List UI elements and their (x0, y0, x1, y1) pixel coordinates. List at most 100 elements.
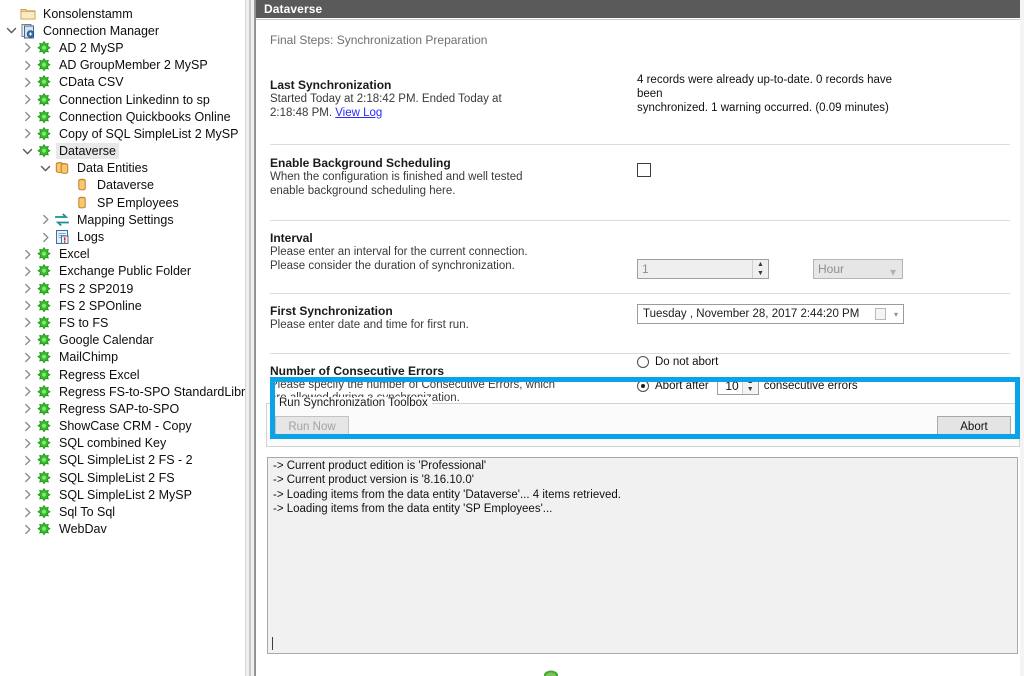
abort-count-stepper[interactable]: 10 ▲ ▼ (717, 377, 759, 395)
plug-icon (35, 92, 53, 108)
tree-item-cdata-csv[interactable]: CData CSV (0, 74, 245, 91)
tree-item-regress-sap-to-spo[interactable]: Regress SAP-to-SPO (0, 400, 245, 417)
run-now-button[interactable]: Run Now (275, 416, 349, 438)
calendar-icon[interactable] (875, 308, 886, 320)
chevron-right-icon[interactable] (20, 521, 35, 537)
first-sync-datetime-picker[interactable]: Tuesday , November 28, 2017 2:44:20 PM ▾ (637, 304, 904, 324)
interval-value-stepper[interactable]: 1 ▲ ▼ (637, 259, 769, 279)
tree-item-sql-to-sql[interactable]: Sql To Sql (0, 503, 245, 520)
chevron-right-icon[interactable] (20, 401, 35, 417)
abort-count-stepper-up-icon[interactable]: ▲ (743, 378, 758, 386)
chevron-right-icon[interactable] (20, 298, 35, 314)
chevron-right-icon[interactable] (20, 74, 35, 90)
tree-item-label: WebDav (56, 521, 110, 537)
tree-item-regress-fs-to-spo-standardlibrary[interactable]: Regress FS-to-SPO StandardLibrary (0, 383, 245, 400)
tree-item-label: Konsolenstamm (40, 6, 136, 22)
chevron-right-icon[interactable] (20, 504, 35, 520)
synchronization-log-output[interactable]: -> Current product edition is 'Professio… (267, 457, 1018, 654)
chevron-right-icon[interactable] (20, 281, 35, 297)
tree-item-google-calendar[interactable]: Google Calendar (0, 332, 245, 349)
abort-button[interactable]: Abort (937, 416, 1011, 438)
first-sync-title: First Synchronization (270, 304, 630, 318)
tree-item-regress-excel[interactable]: Regress Excel (0, 366, 245, 383)
interval-stepper-buttons[interactable]: ▲ ▼ (752, 260, 768, 278)
plug-icon (35, 418, 53, 434)
entity-icon (73, 177, 91, 193)
tree-item-excel[interactable]: Excel (0, 246, 245, 263)
chevron-right-icon[interactable] (20, 332, 35, 348)
last-sync-detail: Started Today at 2:18:42 PM. Ended Today… (270, 93, 630, 120)
tree-item-mapping-settings[interactable]: Mapping Settings (0, 211, 245, 228)
connection-tree-sidebar[interactable]: KonsolenstammConnection ManagerAD 2 MySP… (0, 0, 245, 676)
tree-item-dataverse[interactable]: Dataverse (0, 177, 245, 194)
interval-stepper-down-icon[interactable]: ▼ (753, 269, 768, 278)
tree-item-connection-linkedinn-to-sp[interactable]: Connection Linkedinn to sp (0, 91, 245, 108)
chevron-right-icon[interactable] (20, 452, 35, 468)
do-not-abort-radio[interactable] (637, 356, 649, 368)
tree-item-showcase-crm-copy[interactable]: ShowCase CRM - Copy (0, 418, 245, 435)
interval-stepper-up-icon[interactable]: ▲ (753, 260, 768, 269)
chevron-down-icon[interactable] (4, 23, 19, 39)
chevron-right-icon[interactable] (20, 487, 35, 503)
chevron-right-icon[interactable] (20, 92, 35, 108)
tree-item-sql-simplelist-2-mysp[interactable]: SQL SimpleList 2 MySP (0, 486, 245, 503)
tree-twisty-spacer (58, 195, 73, 211)
chevron-right-icon[interactable] (20, 384, 35, 400)
sidebar-splitter[interactable] (245, 0, 255, 676)
first-sync-desc: Please enter date and time for first run… (270, 319, 630, 333)
first-sync-datetime-value: Tuesday , November 28, 2017 2:44:20 PM (643, 308, 859, 320)
tree-item-logs[interactable]: Logs (0, 228, 245, 245)
chevron-right-icon[interactable] (20, 349, 35, 365)
chevron-right-icon[interactable] (20, 418, 35, 434)
interval-unit-dropdown[interactable]: Hour ▾ (813, 259, 903, 279)
tree-item-ad-2-mysp[interactable]: AD 2 MySP (0, 39, 245, 56)
tree-item-sql-combined-key[interactable]: SQL combined Key (0, 435, 245, 452)
chevron-right-icon[interactable] (20, 57, 35, 73)
abort-after-radio[interactable] (637, 380, 649, 392)
tree-item-label: Regress FS-to-SPO StandardLibrary (56, 384, 245, 400)
tree-item-connection-quickbooks-online[interactable]: Connection Quickbooks Online (0, 108, 245, 125)
abort-count-stepper-buttons[interactable]: ▲ ▼ (742, 378, 758, 394)
tree-item-ad-groupmember-2-mysp[interactable]: AD GroupMember 2 MySP (0, 57, 245, 74)
chevron-right-icon[interactable] (38, 229, 53, 245)
chevron-right-icon[interactable] (20, 470, 35, 486)
tree-item-connection-manager[interactable]: Connection Manager (0, 22, 245, 39)
abort-after-label: Abort after (655, 380, 709, 392)
tree-item-konsolenstamm[interactable]: Konsolenstamm (0, 5, 245, 22)
plug-icon (35, 435, 53, 451)
tree-item-fs-2-sp2019[interactable]: FS 2 SP2019 (0, 280, 245, 297)
panel-scrollbar[interactable] (1020, 0, 1024, 676)
tree-item-sql-simplelist-2-fs-2[interactable]: SQL SimpleList 2 FS - 2 (0, 452, 245, 469)
chevron-right-icon[interactable] (20, 435, 35, 451)
tree-item-webdav[interactable]: WebDav (0, 521, 245, 538)
abort-count-value[interactable]: 10 (718, 378, 742, 394)
tree-item-sql-simplelist-2-fs[interactable]: SQL SimpleList 2 FS (0, 469, 245, 486)
chevron-right-icon[interactable] (20, 263, 35, 279)
tree-item-fs-2-sponline[interactable]: FS 2 SPOnline (0, 297, 245, 314)
chevron-right-icon[interactable] (20, 126, 35, 142)
chevron-right-icon[interactable] (38, 212, 53, 228)
enable-background-scheduling-checkbox[interactable] (637, 163, 651, 177)
tree-item-copy-of-sql-simplelist-2-mysp[interactable]: Copy of SQL SimpleList 2 MySP (0, 125, 245, 142)
chevron-right-icon[interactable] (20, 109, 35, 125)
tree-item-dataverse[interactable]: Dataverse (0, 143, 245, 160)
view-log-link[interactable]: View Log (335, 107, 382, 119)
last-sync-detail-line2: 2:18:48 PM. (270, 107, 332, 119)
tree-item-exchange-public-folder[interactable]: Exchange Public Folder (0, 263, 245, 280)
interval-value[interactable]: 1 (638, 260, 752, 278)
tree-item-data-entities[interactable]: Data Entities (0, 160, 245, 177)
chevron-down-icon[interactable]: ▾ (894, 310, 898, 319)
chevron-down-icon[interactable] (20, 143, 35, 159)
chevron-right-icon[interactable] (20, 40, 35, 56)
chevron-right-icon[interactable] (20, 315, 35, 331)
abort-count-stepper-down-icon[interactable]: ▼ (743, 386, 758, 394)
do-not-abort-option[interactable]: Do not abort (637, 356, 1010, 368)
tree-item-sp-employees[interactable]: SP Employees (0, 194, 245, 211)
abort-after-option[interactable]: Abort after 10 ▲ ▼ consecutive errors (637, 377, 1010, 395)
tree-item-mailchimp[interactable]: MailChimp (0, 349, 245, 366)
chevron-right-icon[interactable] (20, 367, 35, 383)
chevron-down-icon[interactable] (38, 160, 53, 176)
tree-item-label: Dataverse (94, 177, 157, 193)
tree-item-fs-to-fs[interactable]: FS to FS (0, 314, 245, 331)
chevron-right-icon[interactable] (20, 246, 35, 262)
